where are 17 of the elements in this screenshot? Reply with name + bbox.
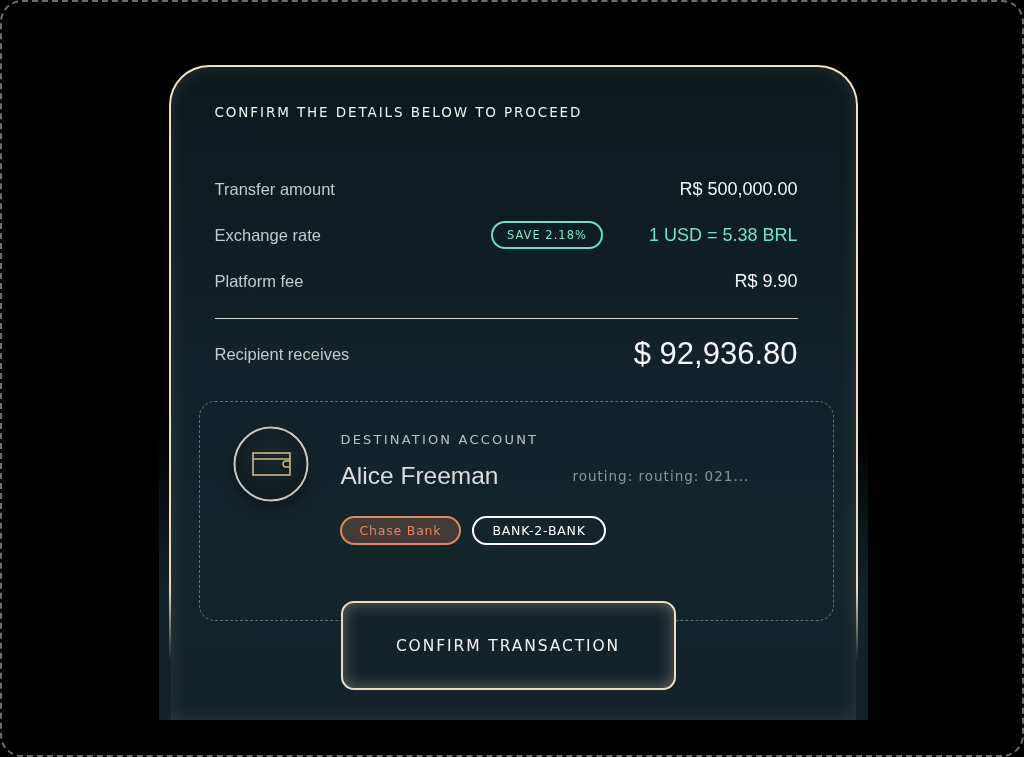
card-heading: CONFIRM THE DETAILS BELOW TO PROCEED	[214, 104, 584, 120]
total-label: Recipient receives	[214, 344, 351, 364]
row-label: Transfer amount	[214, 179, 336, 199]
row-label: Exchange rate	[214, 225, 322, 245]
account-name: Alice Freeman	[340, 462, 499, 490]
tag-chip: BANK-2-BANK	[472, 516, 606, 545]
row-label: Platform fee	[214, 271, 305, 291]
row-value: R$ 500,000.00	[679, 178, 798, 200]
tag-chip: Chase Bank	[339, 516, 462, 545]
row-value: 1 USD = 5.38 BRL	[648, 224, 798, 246]
wallet-icon	[232, 426, 309, 502]
total-value: $ 92,936.80	[633, 336, 798, 372]
row-value: R$ 9.90	[734, 270, 798, 292]
savings-badge: SAVE 2.18%	[490, 221, 603, 249]
routing-number: routing: routing: 021...	[572, 468, 750, 484]
confirm-button[interactable]: CONFIRM TRANSACTION	[340, 601, 676, 690]
destination-title: DESTINATION ACCOUNT	[340, 432, 540, 448]
